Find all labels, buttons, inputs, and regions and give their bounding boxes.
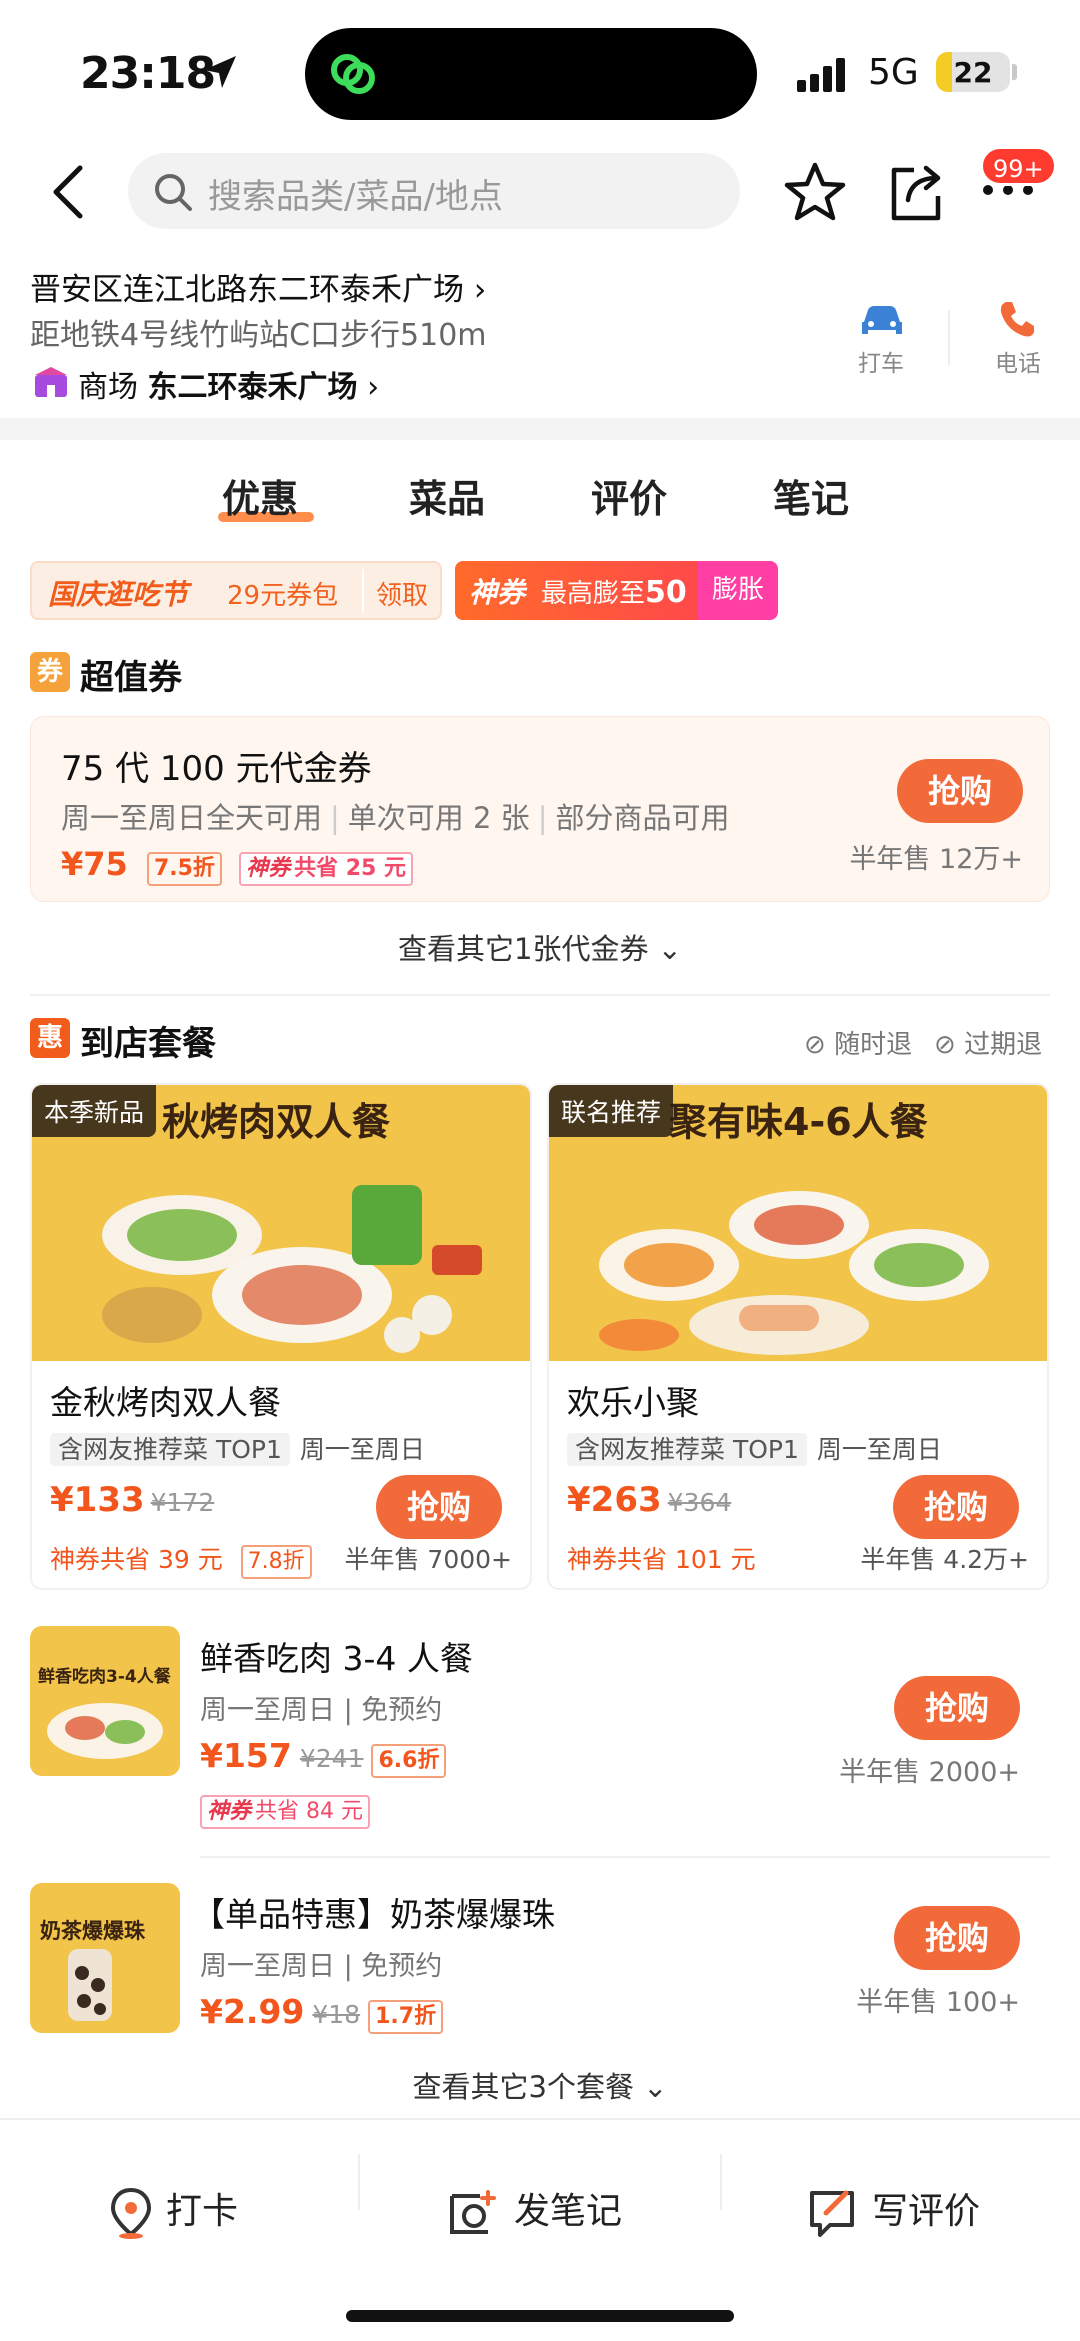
package-sold: 半年售 4.2万+: [860, 1545, 1029, 1574]
back-icon[interactable]: [48, 164, 88, 220]
package-thumbnail: 鲜香吃肉3-4人餐: [30, 1626, 180, 1776]
link-icon: [331, 54, 375, 94]
share-icon[interactable]: [884, 160, 950, 224]
shop-address[interactable]: 晋安区连江北路东二环泰禾广场 ›: [30, 264, 486, 309]
package-title[interactable]: 【单品特惠】奶茶爆爆珠: [192, 1888, 555, 1936]
package-sub: 周一至周日 | 免预约: [200, 1695, 443, 1726]
tab-notes[interactable]: 笔记: [773, 468, 849, 523]
package-sold: 半年售 100+: [856, 1987, 1020, 2018]
search-icon: [155, 174, 192, 211]
refund-expired-flag: ⊘ 过期退: [934, 1030, 1043, 1060]
voucher-desc: 周一至周日全天可用 | 单次可用 2 张 | 部分商品可用: [61, 801, 730, 835]
shen-saving-tag: 神券 共省 84 元: [200, 1795, 370, 1829]
package-section-icon: 惠: [30, 1018, 70, 1058]
location-arrow-icon: [204, 56, 236, 88]
package-buy-button[interactable]: 抢购: [894, 1906, 1020, 1970]
see-more-vouchers[interactable]: 查看其它1张代金券 ⌄: [0, 926, 1080, 968]
checkin-button[interactable]: 打卡: [108, 2182, 238, 2240]
recommend-chip: 含网友推荐菜 TOP1: [50, 1433, 290, 1466]
car-icon[interactable]: [858, 300, 906, 340]
discount-tag: 7.8折: [240, 1545, 312, 1579]
package-price: ¥133 ¥172: [50, 1480, 215, 1520]
bottom-action-bar: 打卡 发笔记 写评价: [0, 2118, 1080, 2341]
search-placeholder: 搜索品类/菜品/地点: [208, 177, 503, 217]
shen-voucher-promo[interactable]: 神券 最高膨至50: [455, 561, 698, 620]
write-review-button[interactable]: 写评价: [806, 2182, 980, 2239]
shop-distance: 距地铁4号线竹屿站C口步行510m: [30, 318, 487, 353]
voucher-title: 75 代 100 元代金券: [61, 749, 372, 789]
dynamic-island: [305, 28, 757, 120]
location-pin-icon: [110, 2187, 152, 2239]
package-title: 欢乐小聚: [567, 1383, 699, 1422]
package-price: ¥263 ¥364: [567, 1480, 732, 1520]
post-note-button[interactable]: 发笔记: [446, 2182, 622, 2238]
shen-saving-tag: 神券 共省 25 元: [239, 852, 414, 886]
claim-button[interactable]: 领取: [376, 575, 428, 612]
package-buy-button[interactable]: 抢购: [894, 1676, 1020, 1740]
tab-dishes[interactable]: 菜品: [409, 468, 485, 523]
food-platter-image: [599, 1191, 989, 1355]
package-image: 聚有味4-6人餐 联名推荐: [549, 1085, 1047, 1361]
package-card[interactable]: 秋烤肉双人餐 本季新品 金秋烤肉双人餐 含网友推荐菜 TOP1 周一至周日 ¥13…: [30, 1083, 532, 1590]
refund-anytime-flag: ⊘ 随时退: [804, 1030, 913, 1060]
package-section-title: 到店套餐: [80, 1024, 216, 1064]
package-price: ¥157 ¥241 6.6折: [200, 1736, 447, 1778]
package-image: 秋烤肉双人餐 本季新品: [32, 1085, 530, 1361]
status-time: 23:18: [80, 48, 216, 99]
phone-label: 电话: [995, 351, 1041, 377]
discount-tag: 6.6折: [371, 1744, 447, 1778]
saving-text: 神券共省 39 元: [50, 1545, 223, 1574]
notification-badge: 99+: [980, 146, 1057, 186]
package-buy-button[interactable]: 抢购: [376, 1475, 502, 1539]
star-icon[interactable]: [782, 160, 848, 224]
voucher-section-title: 超值券: [80, 658, 182, 698]
voucher-card[interactable]: 75 代 100 元代金券 周一至周日全天可用 | 单次可用 2 张 | 部分商品可用 …: [30, 716, 1050, 902]
battery-icon: 22: [936, 52, 1010, 92]
voucher-sold: 半年售 12万+: [849, 844, 1023, 875]
package-sold: 半年售 7000+: [344, 1545, 512, 1574]
voucher-buy-button[interactable]: 抢购: [897, 759, 1023, 823]
saving-text: 神券共省 101 元: [567, 1545, 756, 1574]
edit-review-icon: [810, 2190, 854, 2237]
voucher-section-icon: 券: [30, 652, 70, 692]
taxi-label: 打车: [858, 351, 904, 377]
camera-note-icon: [450, 2190, 496, 2234]
card-tag: 联名推荐: [549, 1085, 674, 1137]
package-sub: 周一至周日 | 免预约: [200, 1951, 443, 1982]
package-title[interactable]: 鲜香吃肉 3-4 人餐: [200, 1632, 473, 1680]
food-platter-image: [102, 1185, 482, 1353]
package-sold: 半年售 2000+: [839, 1757, 1020, 1788]
see-more-packages[interactable]: 查看其它3个套餐 ⌄: [0, 2064, 1080, 2106]
recommend-chip: 含网友推荐菜 TOP1: [567, 1433, 807, 1466]
tab-deals[interactable]: 优惠: [222, 468, 298, 523]
network-type: 5G: [868, 52, 919, 93]
card-tag: 本季新品: [32, 1085, 157, 1137]
search-input[interactable]: 搜索品类/菜品/地点: [128, 153, 740, 229]
package-thumbnail: 奶茶爆爆珠: [30, 1883, 180, 2033]
tab-reviews[interactable]: 评价: [591, 468, 667, 523]
discount-tag: 1.7折: [368, 2000, 444, 2034]
inflate-button[interactable]: 膨胀: [698, 561, 778, 620]
phone-icon[interactable]: [996, 298, 1038, 340]
festival-promo[interactable]: 国庆逛吃节 29元券包 领取: [30, 561, 442, 620]
package-card[interactable]: 聚有味4-6人餐 联名推荐 欢乐小聚 含网友推荐菜 TOP1 周一至周日 ¥263…: [547, 1083, 1049, 1590]
mall-link[interactable]: 商场 东二环泰禾广场 ›: [78, 362, 379, 406]
package-buy-button[interactable]: 抢购: [893, 1475, 1019, 1539]
package-price: ¥2.99 ¥18 1.7折: [200, 1992, 444, 2034]
package-title: 金秋烤肉双人餐: [50, 1383, 281, 1422]
signal-icon: [797, 58, 849, 92]
voucher-price: ¥75 7.5折 神券 共省 25 元: [61, 845, 414, 886]
home-indicator: [346, 2310, 734, 2322]
mall-icon: [35, 367, 67, 397]
discount-tag: 7.5折: [146, 852, 222, 886]
